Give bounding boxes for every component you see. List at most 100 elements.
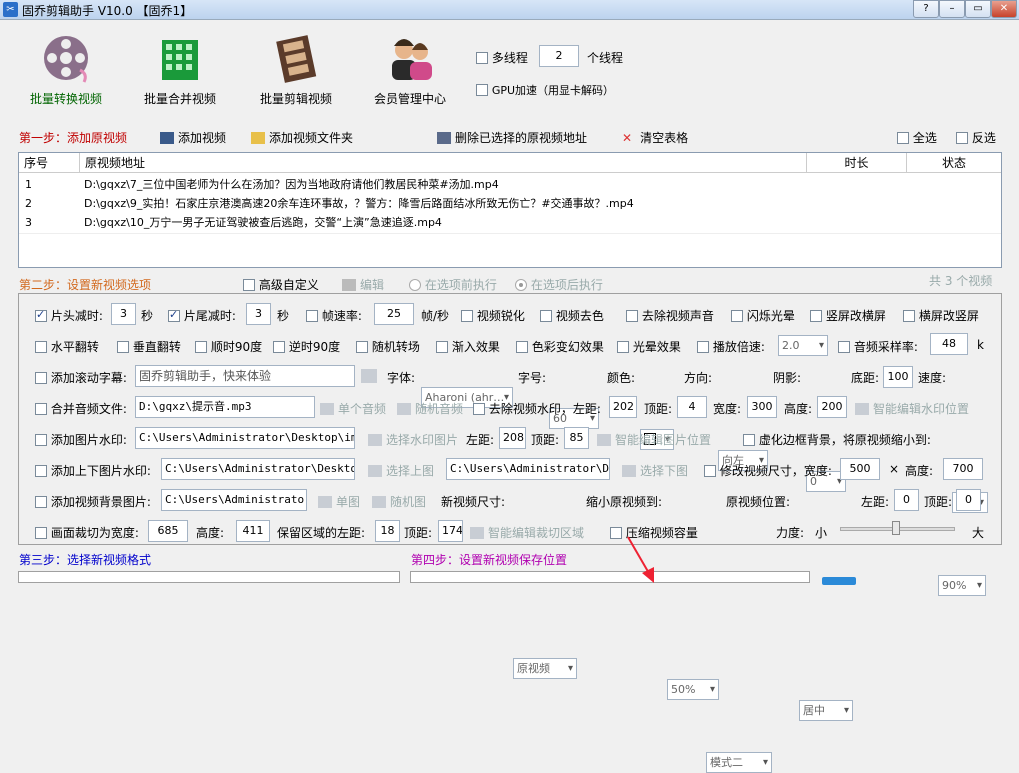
help-button[interactable]: ? bbox=[913, 0, 939, 18]
col-header-duration[interactable]: 时长 bbox=[807, 153, 907, 173]
batch-edit-tool[interactable]: 批量剪辑视频 bbox=[250, 32, 342, 107]
smart-crop-button[interactable]: 智能编辑裁切区域 bbox=[470, 524, 584, 541]
remove-watermark-option[interactable]: 去除视频水印，左距: bbox=[473, 400, 601, 417]
edit-button[interactable]: 编辑 bbox=[342, 276, 384, 293]
sharpen-checkbox[interactable] bbox=[461, 310, 473, 322]
bg-top-input[interactable]: 0 bbox=[956, 489, 981, 511]
slider-thumb[interactable] bbox=[892, 521, 900, 535]
fps-input[interactable]: 25 bbox=[374, 303, 414, 325]
merge-audio-checkbox[interactable] bbox=[35, 403, 47, 415]
speed-option[interactable]: 播放倍速: bbox=[697, 338, 765, 355]
shrink-select[interactable]: 90% bbox=[938, 575, 986, 596]
gpu-option[interactable]: GPU加速（用显卡解码） bbox=[476, 82, 614, 98]
crop-checkbox[interactable] bbox=[35, 527, 47, 539]
multithread-option[interactable]: 多线程 bbox=[476, 49, 528, 66]
fade-in-checkbox[interactable] bbox=[436, 341, 448, 353]
v2h-option[interactable]: 竖屏改横屏 bbox=[810, 307, 886, 324]
merge-audio-option[interactable]: 合并音频文件: bbox=[35, 400, 127, 417]
add-folder-button[interactable]: 添加视频文件夹 bbox=[251, 129, 353, 146]
col-header-status[interactable]: 状态 bbox=[907, 153, 1001, 173]
mute-option[interactable]: 去除视频声音 bbox=[626, 307, 714, 324]
sharpen-option[interactable]: 视频锐化 bbox=[461, 307, 525, 324]
batch-merge-tool[interactable]: 批量合并视频 bbox=[134, 32, 226, 107]
smart-watermark-button[interactable]: 智能编辑水印位置 bbox=[855, 400, 969, 417]
bg-left-input[interactable]: 0 bbox=[894, 489, 919, 511]
col-header-path[interactable]: 原视频地址 bbox=[80, 153, 807, 173]
single-audio-button[interactable]: 单个音频 bbox=[320, 400, 386, 417]
wm-width-input[interactable]: 300 bbox=[747, 396, 777, 418]
position-select[interactable]: 居中 bbox=[799, 700, 853, 721]
scroll-text-input[interactable]: 固乔剪辑助手，快来体验 bbox=[135, 365, 355, 387]
flash-option[interactable]: 闪烁光晕 bbox=[731, 307, 795, 324]
halo-checkbox[interactable] bbox=[617, 341, 629, 353]
remove-watermark-checkbox[interactable] bbox=[473, 403, 485, 415]
fps-option[interactable]: 帧速率: bbox=[306, 307, 362, 324]
resize-checkbox[interactable] bbox=[704, 465, 716, 477]
wm-height-input[interactable]: 200 bbox=[817, 396, 847, 418]
gpu-checkbox[interactable] bbox=[476, 84, 488, 96]
smart-image-button[interactable]: 智能编辑图片位置 bbox=[597, 431, 711, 448]
speed-checkbox[interactable] bbox=[697, 341, 709, 353]
image-watermark-checkbox[interactable] bbox=[35, 434, 47, 446]
after-radio[interactable] bbox=[515, 279, 527, 291]
advanced-option[interactable]: 高级自定义 bbox=[243, 276, 319, 293]
decolor-checkbox[interactable] bbox=[540, 310, 552, 322]
resize-height-input[interactable]: 700 bbox=[943, 458, 983, 480]
head-cut-checkbox[interactable] bbox=[35, 308, 47, 322]
clear-table-button[interactable]: ✕ 清空表格 bbox=[622, 129, 688, 146]
before-radio[interactable] bbox=[409, 279, 421, 291]
rot90-option[interactable]: 顺时90度 bbox=[195, 338, 262, 355]
delete-selected-button[interactable]: 删除已选择的原视频地址 bbox=[437, 129, 587, 146]
sample-rate-checkbox[interactable] bbox=[838, 341, 850, 353]
batch-convert-tool[interactable]: 批量转换视频 bbox=[20, 32, 112, 107]
fade-in-option[interactable]: 渐入效果 bbox=[436, 338, 500, 355]
hflip-option[interactable]: 水平翻转 bbox=[35, 338, 99, 355]
minimize-button[interactable]: – bbox=[939, 0, 965, 18]
select-all-checkbox[interactable] bbox=[897, 132, 909, 144]
top-image-path[interactable]: C:\Users\Administrator\Desktop\i bbox=[161, 458, 355, 480]
tail-cut-input[interactable]: 3 bbox=[246, 303, 271, 325]
decolor-option[interactable]: 视频去色 bbox=[540, 307, 604, 324]
invert-selection-button[interactable]: 反选 bbox=[956, 129, 996, 146]
wm-top-input[interactable]: 4 bbox=[677, 396, 707, 418]
crop-width-input[interactable]: 685 bbox=[148, 520, 188, 542]
compress-mode-select[interactable]: 模式二 bbox=[706, 752, 772, 773]
head-cut-option[interactable]: 片头减时: bbox=[35, 307, 103, 324]
blur-bg-option[interactable]: 虚化边框背景，将原视频缩小到: bbox=[743, 431, 931, 448]
mute-checkbox[interactable] bbox=[626, 310, 638, 322]
bg-image-option[interactable]: 添加视频背景图片: bbox=[35, 493, 151, 510]
font-settings-icon[interactable] bbox=[361, 369, 377, 383]
col-header-no[interactable]: 序号 bbox=[19, 153, 80, 173]
scroll-subtitle-checkbox[interactable] bbox=[35, 372, 47, 384]
resize-option[interactable]: 修改视频尺寸，宽度: bbox=[704, 462, 832, 479]
v2h-checkbox[interactable] bbox=[810, 310, 822, 322]
random-audio-button[interactable]: 随机音频 bbox=[397, 400, 463, 417]
thread-count-input[interactable]: 2 bbox=[539, 45, 579, 67]
image-watermark-option[interactable]: 添加图片水印: bbox=[35, 431, 127, 448]
select-all-button[interactable]: 全选 bbox=[897, 129, 937, 146]
blur-bg-checkbox[interactable] bbox=[743, 434, 755, 446]
head-cut-input[interactable]: 3 bbox=[111, 303, 136, 325]
halo-option[interactable]: 光晕效果 bbox=[617, 338, 681, 355]
audio-path-input[interactable]: D:\gqxz\提示音.mp3 bbox=[135, 396, 315, 418]
select-image-button[interactable]: 选择水印图片 bbox=[368, 431, 458, 448]
after-option[interactable]: 在选项后执行 bbox=[515, 276, 603, 293]
sample-rate-option[interactable]: 音频采样率: bbox=[838, 338, 918, 355]
h2v-checkbox[interactable] bbox=[903, 310, 915, 322]
maximize-button[interactable]: ▭ bbox=[965, 0, 991, 18]
add-video-button[interactable]: 添加视频 bbox=[160, 129, 226, 146]
invert-checkbox[interactable] bbox=[956, 132, 968, 144]
top-bottom-watermark-checkbox[interactable] bbox=[35, 465, 47, 477]
advanced-checkbox[interactable] bbox=[243, 279, 255, 291]
bottom-input[interactable]: 100 bbox=[883, 366, 913, 388]
before-option[interactable]: 在选项前执行 bbox=[409, 276, 497, 293]
scroll-subtitle-option[interactable]: 添加滚动字幕: bbox=[35, 369, 127, 386]
speed-select[interactable]: 2.0 bbox=[778, 335, 828, 356]
member-center-tool[interactable]: 会员管理中心 bbox=[364, 32, 456, 107]
vflip-option[interactable]: 垂直翻转 bbox=[117, 338, 181, 355]
new-size-select[interactable]: 原视频 bbox=[513, 658, 577, 679]
random-image-button[interactable]: 随机图 bbox=[372, 493, 426, 510]
keep-left-input[interactable]: 18 bbox=[375, 520, 400, 542]
top-bottom-watermark-option[interactable]: 添加上下图片水印: bbox=[35, 462, 151, 479]
img-top-input[interactable]: 85 bbox=[564, 427, 589, 449]
